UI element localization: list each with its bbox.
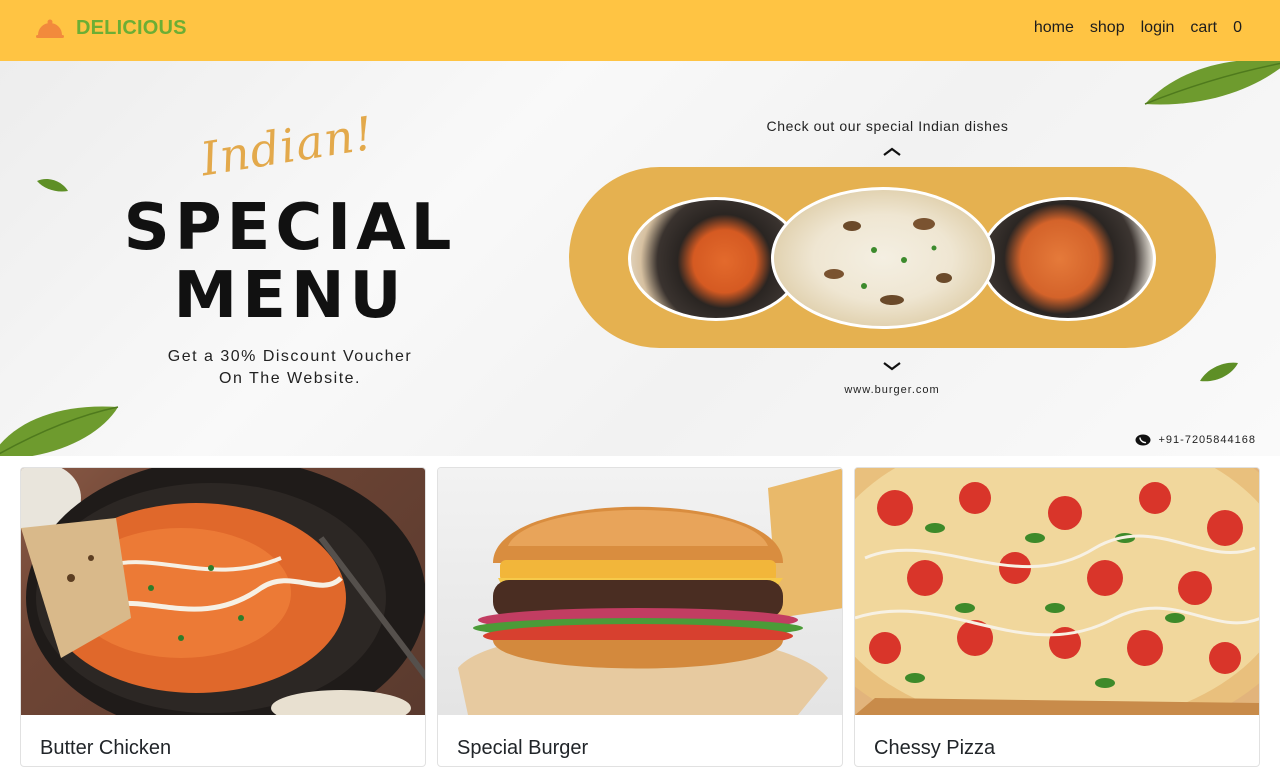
nav-login-link[interactable]: login [1141,19,1175,37]
hero-script-title: Indian! [196,105,378,187]
phone-number: +91-7205844168 [1158,434,1256,446]
product-name: Butter Chicken [40,737,172,759]
product-image-special-burger [438,468,842,715]
hero-tagline: Check out our special Indian dishes [766,118,1009,134]
hero-phone: +91-7205844168 [1135,434,1257,446]
product-image-butter-chicken [21,468,425,715]
nav-links: home shop login cart 0 [1034,19,1242,37]
product-image-chessy-pizza [855,468,1259,715]
product-name: Special Burger [457,737,589,759]
cloche-icon [36,19,64,38]
dish-image-naan [980,197,1156,321]
naan-char-spots [824,218,952,305]
leaf-decoration [1200,362,1238,382]
hero-title-line2: MENU [173,259,407,333]
hero-website: www.burger.com [844,384,940,396]
pizza-illustration [855,468,1259,715]
burger-illustration [458,468,842,715]
nav-home-link[interactable]: home [1034,19,1074,37]
brand-name: DELICIOUS [76,17,187,39]
hero-banner[interactable]: Indian! SPECIAL MENU Get a 30% Discount … [0,61,1280,456]
brand[interactable]: DELICIOUS [36,17,187,40]
phone-icon [1135,434,1150,446]
product-card[interactable]: Chessy Pizza [854,467,1260,767]
dish-image-curry [771,187,995,329]
nav-shop-link[interactable]: shop [1090,19,1125,37]
leaf-decoration [37,179,68,192]
leaf-decoration [0,406,119,456]
navbar: DELICIOUS home shop login cart 0 [0,0,1280,61]
butter-chicken-illustration [21,468,425,715]
chevron-down-icon [883,362,901,371]
hero-discount-text: Get a 30% Discount Voucher On The Websit… [100,346,480,390]
nav-cart-link[interactable]: cart [1190,19,1217,37]
hero-title-line1: SPECIAL [123,191,457,265]
product-card[interactable]: Special Burger [437,467,843,767]
product-card[interactable]: Butter Chicken [20,467,426,767]
cart-count[interactable]: 0 [1233,19,1242,37]
chevron-up-icon [883,147,901,156]
discount-line1: Get a 30% Discount Voucher [167,348,413,365]
leaf-decoration [1144,61,1280,105]
product-grid: Butter Chicken Special Burger Chessy Piz… [20,467,1260,767]
discount-line2: On The Website. [219,370,361,387]
product-name: Chessy Pizza [874,737,996,759]
